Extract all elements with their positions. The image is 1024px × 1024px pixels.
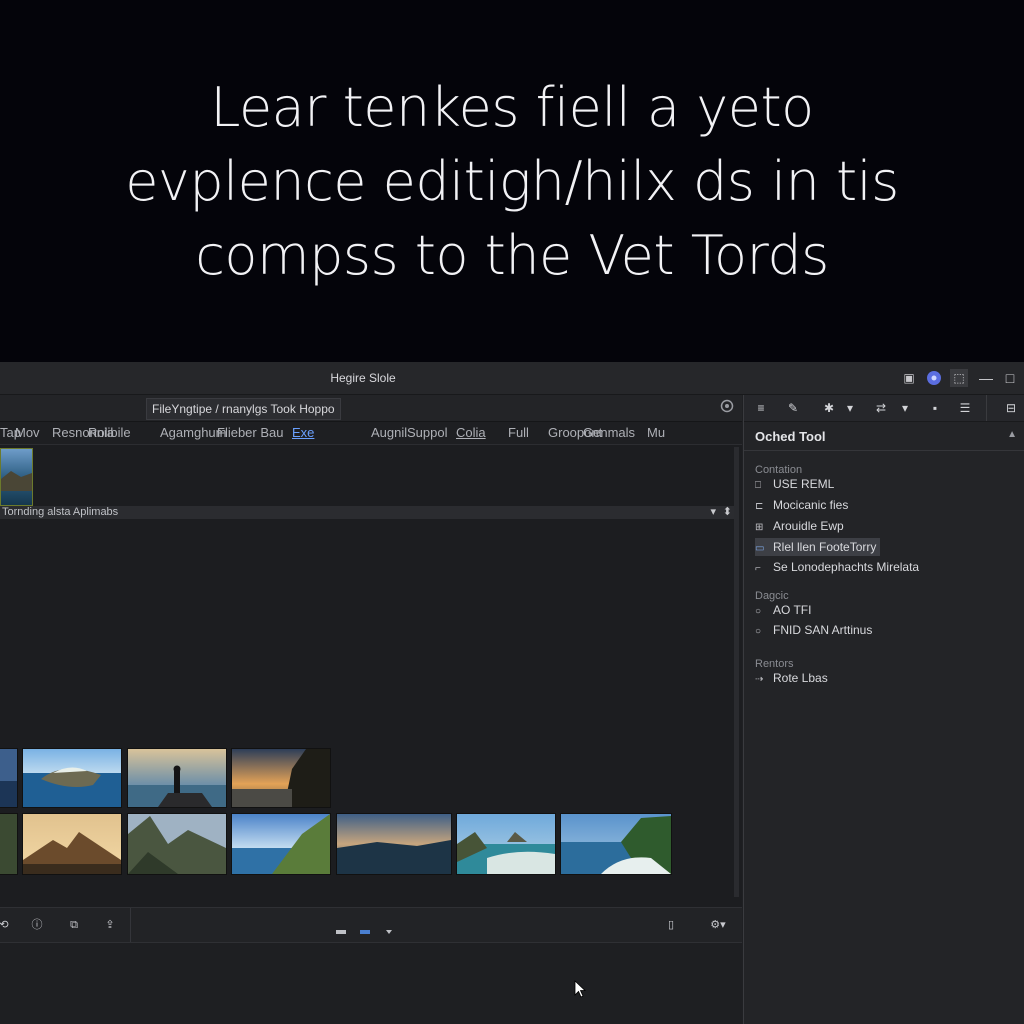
image-thumbnail[interactable] (22, 813, 122, 875)
restore-icon[interactable]: ⬚ (950, 369, 968, 387)
panel-item-lonodephachts[interactable]: ⌐ Se Lonodephachts Mirelata (755, 558, 923, 576)
tab-augnil[interactable]: Augnil (371, 425, 407, 440)
tab-strip: Tap Mov Resnonnia Rolibile Agamghum Flieber B… (0, 422, 742, 445)
image-thumbnail[interactable] (231, 813, 331, 875)
window-title: Hegire Slole (330, 371, 396, 385)
panel-item-rote-lbas[interactable]: ⇢ Rote Lbas (755, 669, 832, 687)
panel-item-arouidle-ewp[interactable]: ⊞ Arouidle Ewp (755, 517, 848, 535)
tab-full[interactable]: Full (508, 425, 529, 440)
divider (744, 450, 1024, 451)
folder-icon: ⊏ (755, 501, 764, 512)
info-bar-label: Tornding alsta Aplimabs (2, 506, 119, 518)
radio-icon: ○ (755, 606, 762, 617)
image-thumbnail[interactable] (127, 813, 227, 875)
preview-thumbnail[interactable] (0, 448, 33, 506)
tab-mov[interactable]: Mov (15, 425, 40, 440)
tab-exe[interactable]: Exe (292, 425, 314, 440)
list-icon[interactable]: ☰ (956, 399, 974, 417)
image-thumbnail[interactable] (456, 813, 556, 875)
zoom-slider[interactable] (336, 922, 394, 934)
panel-item-fnid-san[interactable]: ○ FNID SAN Arttinus (755, 621, 876, 639)
panel-item-label: Rlel llen FooteTorry (773, 540, 877, 554)
hero-headline-line-1: Lear tenkes fiell a yeto (210, 76, 814, 139)
hero-headline-line-3: compss to the Vet Tords (195, 224, 829, 287)
bottom-toolbar: ⟲ ⓘ ⧉ ⇪ ▯ ⚙▾ (0, 907, 742, 943)
view-options-icon[interactable]: ⚙▾ (705, 917, 731, 933)
brush-icon[interactable]: ✎ (784, 399, 802, 417)
save-icon[interactable]: ▪ (926, 399, 944, 417)
image-thumbnail[interactable] (0, 813, 18, 875)
image-icon: ▭ (755, 543, 765, 554)
vertical-scrollbar[interactable] (734, 447, 739, 897)
settings-icon[interactable] (718, 399, 736, 417)
panel-item-footetorry[interactable]: ▭ Rlel llen FooteTorry (755, 538, 881, 556)
main-area: FileYngtipe / rnanylgs Took Hoppo Tap Mov… (0, 395, 742, 1024)
image-thumbnail[interactable] (0, 748, 18, 808)
panel-item-label: USE REML (773, 477, 835, 491)
hero-banner: Lear tenkes fiell a yeto evplence editig… (0, 0, 1024, 362)
image-thumbnail[interactable] (560, 813, 672, 875)
tab-rolibile[interactable]: Rolibile (88, 425, 131, 440)
image-thumbnail[interactable] (22, 748, 122, 808)
rotate-icon[interactable]: ⟲ (0, 917, 12, 933)
panel-title: Oched Tool (755, 429, 826, 444)
minimize-button[interactable]: — (976, 368, 996, 388)
divider (986, 395, 987, 421)
status-dot-icon[interactable] (925, 369, 943, 387)
grid-icon: ⊞ (755, 522, 764, 533)
bracket-icon: ⌐ (755, 563, 761, 574)
panel-item-ao-tfi[interactable]: ○ AO TFI (755, 601, 815, 619)
info-bar: Tornding alsta Aplimabs ▾ ⬍ (0, 506, 738, 519)
layout-icon[interactable]: ▣ (900, 369, 918, 387)
title-bar: Hegire Slole ▣ ⬚ — □ (0, 362, 1024, 395)
tab-mu[interactable]: Mu (647, 425, 665, 440)
hero-headline-line-2: evplence editigh/hilx ds in tis (125, 150, 899, 213)
panel-item-use-reml[interactable]: ⎕ USE REML (755, 475, 838, 493)
menu-icon[interactable]: ≡ (752, 399, 770, 417)
divider (130, 908, 131, 942)
pin-icon[interactable]: ⬍ (723, 506, 732, 519)
panel-item-label: Mocicanic fies (773, 498, 849, 512)
panel-item-label: FNID SAN Arttinus (773, 623, 873, 637)
plugin-icon[interactable]: ✱ (820, 399, 838, 417)
arrow-icon: ⇢ (755, 674, 764, 685)
chevron-down-icon[interactable]: ▾ (899, 399, 911, 417)
image-thumbnail[interactable] (231, 748, 331, 808)
tab-flieber-bau[interactable]: Flieber Bau (217, 425, 283, 440)
panel-item-label: AO TFI (773, 603, 812, 617)
radio-icon: ○ (755, 626, 762, 637)
path-bar: FileYngtipe / rnanylgs Took Hoppo (0, 395, 742, 422)
image-thumbnail[interactable] (127, 748, 227, 808)
panel-item-label: Se Lonodephachts Mirelata (773, 560, 920, 574)
doc-icon: ⎕ (755, 480, 761, 491)
panel-toggle-icon[interactable]: ⊟ (1002, 399, 1020, 417)
mouse-cursor-icon (574, 980, 587, 1003)
image-thumbnail[interactable] (336, 813, 452, 875)
dropdown-arrow-icon[interactable]: ▾ (710, 506, 716, 519)
page-icon[interactable]: ▯ (663, 917, 679, 933)
tab-colia[interactable]: Colia (456, 425, 486, 440)
panel-item-label: Rote Lbas (773, 671, 828, 685)
chevron-down-icon[interactable]: ▾ (844, 399, 856, 417)
maximize-button[interactable]: □ (1000, 368, 1020, 388)
app-window: Hegire Slole ▣ ⬚ — □ FileYngtipe / rnany… (0, 362, 1024, 1024)
panel-item-mocicanic-fies[interactable]: ⊏ Mocicanic fies (755, 496, 852, 514)
tab-suppol[interactable]: Suppol (407, 425, 447, 440)
side-panel: ≡ ✎ ✱ ▾ ⇄ ▾ ▪ ☰ ⊟ Oched Tool ▲ Contation… (743, 395, 1024, 1024)
panel-item-label: Arouidle Ewp (773, 519, 844, 533)
lower-panel (0, 943, 742, 1024)
compare-icon[interactable]: ⧉ (66, 917, 82, 933)
export-icon[interactable]: ⇪ (102, 917, 118, 933)
info-icon[interactable]: ⓘ (29, 917, 45, 933)
collapse-icon[interactable]: ▲ (1007, 429, 1017, 440)
side-toolbar: ≡ ✎ ✱ ▾ ⇄ ▾ ▪ ☰ ⊟ (744, 395, 1024, 422)
tab-genmals[interactable]: Genmals (583, 425, 635, 440)
path-field[interactable]: FileYngtipe / rnanylgs Took Hoppo (146, 398, 341, 420)
share-icon[interactable]: ⇄ (872, 399, 890, 417)
